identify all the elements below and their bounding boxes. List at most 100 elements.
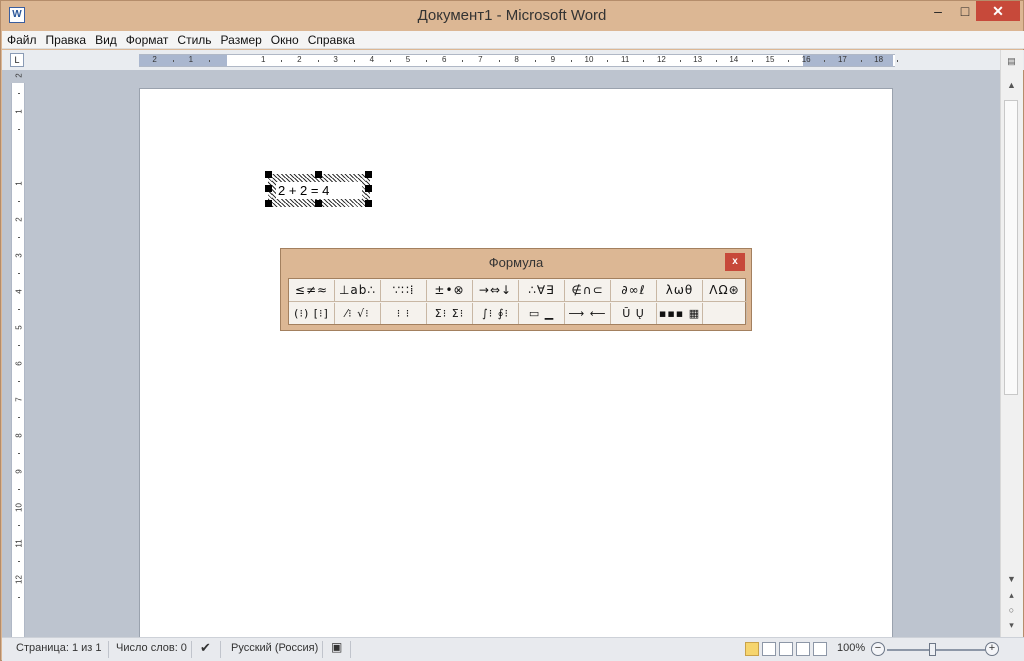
- menu-view[interactable]: Вид: [90, 31, 121, 47]
- ruler-label: 17: [837, 55, 847, 64]
- menu-window[interactable]: Окно: [266, 31, 303, 47]
- vertical-ruler-label: 1: [14, 181, 24, 186]
- ruler-tick: [643, 60, 645, 62]
- previous-page-icon[interactable]: ▴: [1004, 588, 1019, 603]
- vertical-ruler-label: 11: [14, 539, 24, 548]
- vertical-ruler-label: 8: [14, 433, 24, 438]
- menu-style[interactable]: Стиль: [172, 31, 215, 47]
- word-window: W Документ1 - Microsoft Word – □ ✕ Файл П…: [0, 0, 1024, 661]
- template-palette-button[interactable]: Σ⁝ Σ⁝: [427, 303, 473, 324]
- symbol-palette-button[interactable]: λωθ: [657, 280, 703, 301]
- symbol-palette-button[interactable]: ±•⊗: [427, 280, 473, 301]
- formula-toolbar-title: Формула: [488, 255, 544, 270]
- vertical-ruler-label: 10: [14, 503, 24, 512]
- horizontal-ruler[interactable]: 2 1 1 2 3 4 5 6 7 8 9 10 11 12 13 14 15 16 17 18: [139, 54, 898, 67]
- resize-handle[interactable]: [365, 200, 372, 207]
- menu-help[interactable]: Справка: [303, 31, 359, 47]
- draft-view-icon[interactable]: [813, 642, 827, 656]
- symbol-palette-button[interactable]: →⇔↓: [473, 280, 519, 301]
- template-palette-button[interactable]: ▪▪▪ ▦: [657, 303, 703, 324]
- formula-toolbar-close-button[interactable]: x: [725, 253, 745, 271]
- ruler-tick: [462, 60, 464, 62]
- resize-handle[interactable]: [365, 171, 372, 178]
- ruler-row: L 2 1 1 2 3 4 5 6 7 8 9 10 11 12 13 14 15 16 17 18: [2, 50, 1024, 70]
- symbol-palette-button[interactable]: ⊥ab∴: [335, 280, 381, 301]
- ruler-tick: [896, 60, 898, 62]
- menu-file[interactable]: Файл: [2, 31, 41, 47]
- formula-toolbar[interactable]: Формула x ≤≠≈ ⊥ab∴ ∵∷⁞ ±•⊗ →⇔↓ ∴∀∃ ∉∩⊂ ∂∞ℓ λωθ ΛΩ…: [280, 248, 752, 331]
- select-browse-object-icon[interactable]: ○: [1004, 603, 1019, 618]
- ruler-tick: [498, 60, 500, 62]
- vertical-ruler[interactable]: 2 1 1 2 3 4 5 6 7 8 9 10 11 12: [11, 73, 25, 638]
- scroll-up-icon[interactable]: ▲: [1004, 78, 1019, 93]
- minimize-button[interactable]: –: [925, 1, 951, 21]
- template-palette-button[interactable]: Ū Ų: [611, 303, 657, 324]
- symbol-palette-button[interactable]: ΛΩ⊛: [703, 280, 747, 301]
- ruler-label: 7: [478, 55, 483, 64]
- page[interactable]: 2 + 2 = 4: [139, 88, 893, 648]
- title-bar: W Документ1 - Microsoft Word – □ ✕: [1, 1, 1023, 31]
- scroll-down-icon[interactable]: ▼: [1004, 572, 1019, 587]
- macro-recording-icon[interactable]: ▣: [331, 640, 342, 654]
- ruler-label: 1: [188, 55, 194, 64]
- ruler-tick: [860, 60, 862, 62]
- symbol-palette-button[interactable]: ∉∩⊂: [565, 280, 611, 301]
- resize-handle[interactable]: [265, 185, 272, 192]
- vertical-scrollbar[interactable]: ▤ ▲ ▼ ▴ ○ ▾: [1000, 50, 1023, 637]
- scroll-thumb[interactable]: [1004, 100, 1018, 395]
- template-palette-button[interactable]: ▭ ▁: [519, 303, 565, 324]
- zoom-slider-handle[interactable]: [929, 643, 936, 656]
- zoom-level[interactable]: 100%: [837, 642, 865, 654]
- symbol-palette-button[interactable]: ≤≠≈: [289, 280, 335, 301]
- language-indicator[interactable]: Русский (Россия): [231, 642, 318, 654]
- vertical-ruler-label: 5: [14, 325, 24, 330]
- symbol-palette-button[interactable]: ∵∷⁞: [381, 280, 427, 301]
- template-palette-button[interactable]: [703, 303, 747, 324]
- vertical-ruler-tick: [18, 129, 20, 130]
- template-palette-button[interactable]: ⁝ ⁝: [381, 303, 427, 324]
- divider: [350, 641, 351, 658]
- symbol-palette-button[interactable]: ∂∞ℓ: [611, 280, 657, 301]
- print-layout-view-icon[interactable]: [745, 642, 759, 656]
- resize-handle[interactable]: [365, 185, 372, 192]
- word-count[interactable]: Число слов: 0: [116, 642, 187, 654]
- resize-handle[interactable]: [265, 171, 272, 178]
- spellcheck-icon[interactable]: ✔: [200, 640, 211, 656]
- vertical-ruler-tick: [18, 237, 20, 238]
- template-palette-button[interactable]: ∫⁝ ∮⁝: [473, 303, 519, 324]
- ruler-label: 16: [801, 55, 811, 64]
- outline-view-icon[interactable]: [796, 642, 810, 656]
- ruler-label: 4: [369, 55, 375, 64]
- resize-handle[interactable]: [315, 200, 322, 207]
- template-palette-button[interactable]: ⁄⁝ √⁝: [335, 303, 381, 324]
- close-button[interactable]: ✕: [976, 1, 1020, 21]
- resize-handle[interactable]: [265, 200, 272, 207]
- template-palette-button[interactable]: (⁝) [⁝]: [289, 303, 335, 324]
- symbol-palette-button[interactable]: ∴∀∃: [519, 280, 565, 301]
- resize-handle[interactable]: [315, 171, 322, 178]
- vertical-ruler-label: 2: [14, 73, 24, 78]
- zoom-out-button[interactable]: −: [871, 642, 885, 656]
- zoom-slider-track[interactable]: [887, 649, 985, 651]
- template-palette-button[interactable]: ⟶ ⟵: [565, 303, 611, 324]
- tab-selector-icon[interactable]: L: [10, 53, 24, 67]
- next-page-icon[interactable]: ▾: [1004, 618, 1019, 633]
- zoom-in-button[interactable]: +: [985, 642, 999, 656]
- vertical-ruler-label: 12: [14, 575, 24, 584]
- formula-symbol-row: ≤≠≈ ⊥ab∴ ∵∷⁞ ±•⊗ →⇔↓ ∴∀∃ ∉∩⊂ ∂∞ℓ λωθ ΛΩ⊛: [289, 279, 747, 302]
- vertical-ruler-label: 4: [14, 289, 24, 294]
- maximize-button[interactable]: □: [952, 1, 978, 21]
- status-bar: Страница: 1 из 1 Число слов: 0 ✔ Русский…: [2, 637, 1024, 661]
- web-layout-view-icon[interactable]: [779, 642, 793, 656]
- ruler-toggle-icon[interactable]: ▤: [1004, 54, 1019, 69]
- vertical-ruler-tick: [18, 273, 20, 274]
- page-count[interactable]: Страница: 1 из 1: [16, 642, 102, 654]
- menu-size[interactable]: Размер: [216, 31, 266, 47]
- ruler-tick: [353, 60, 355, 62]
- menu-edit[interactable]: Правка: [41, 31, 91, 47]
- ruler-tick: [426, 60, 428, 62]
- ruler-tick: [208, 60, 210, 62]
- menu-format[interactable]: Формат: [121, 31, 173, 47]
- equation-text[interactable]: 2 + 2 = 4: [276, 182, 362, 199]
- full-screen-reading-view-icon[interactable]: [762, 642, 776, 656]
